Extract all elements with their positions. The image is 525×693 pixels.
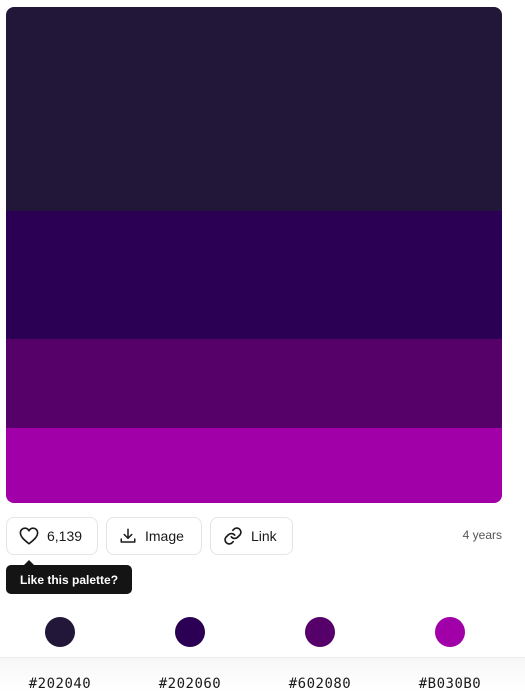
color-dot-4[interactable] xyxy=(435,617,465,647)
hex-code-1[interactable]: #202040 xyxy=(10,676,110,692)
link-label: Link xyxy=(251,528,277,544)
swatch-1[interactable] xyxy=(6,7,502,211)
swatch-2[interactable] xyxy=(6,211,502,339)
image-label: Image xyxy=(145,528,184,544)
palette-age: 4 years xyxy=(462,528,502,542)
hex-codes-bar: #202040 #202060 #602080 #B030B0 xyxy=(0,657,525,693)
heart-icon xyxy=(19,527,39,545)
link-icon xyxy=(223,526,243,546)
copy-link-button[interactable]: Link xyxy=(210,517,293,555)
palette-actions: 6,139 Image Link 4 years xyxy=(6,517,502,555)
like-count: 6,139 xyxy=(47,528,83,544)
color-dot-3[interactable] xyxy=(305,617,335,647)
color-dot-2[interactable] xyxy=(175,617,205,647)
color-dot-1[interactable] xyxy=(45,617,75,647)
tooltip-arrow xyxy=(24,560,34,565)
hex-code-2[interactable]: #202060 xyxy=(140,676,240,692)
image-download-button[interactable]: Image xyxy=(106,517,202,555)
swatch-4[interactable] xyxy=(6,428,502,503)
hex-code-4[interactable]: #B030B0 xyxy=(400,676,500,692)
hex-code-3[interactable]: #602080 xyxy=(270,676,370,692)
like-tooltip: Like this palette? xyxy=(6,560,133,594)
like-button[interactable]: 6,139 xyxy=(6,517,98,555)
color-dots xyxy=(0,617,525,647)
download-icon xyxy=(119,527,137,545)
swatch-3[interactable] xyxy=(6,339,502,428)
palette-preview xyxy=(6,7,502,503)
tooltip-text: Like this palette? xyxy=(20,572,119,587)
